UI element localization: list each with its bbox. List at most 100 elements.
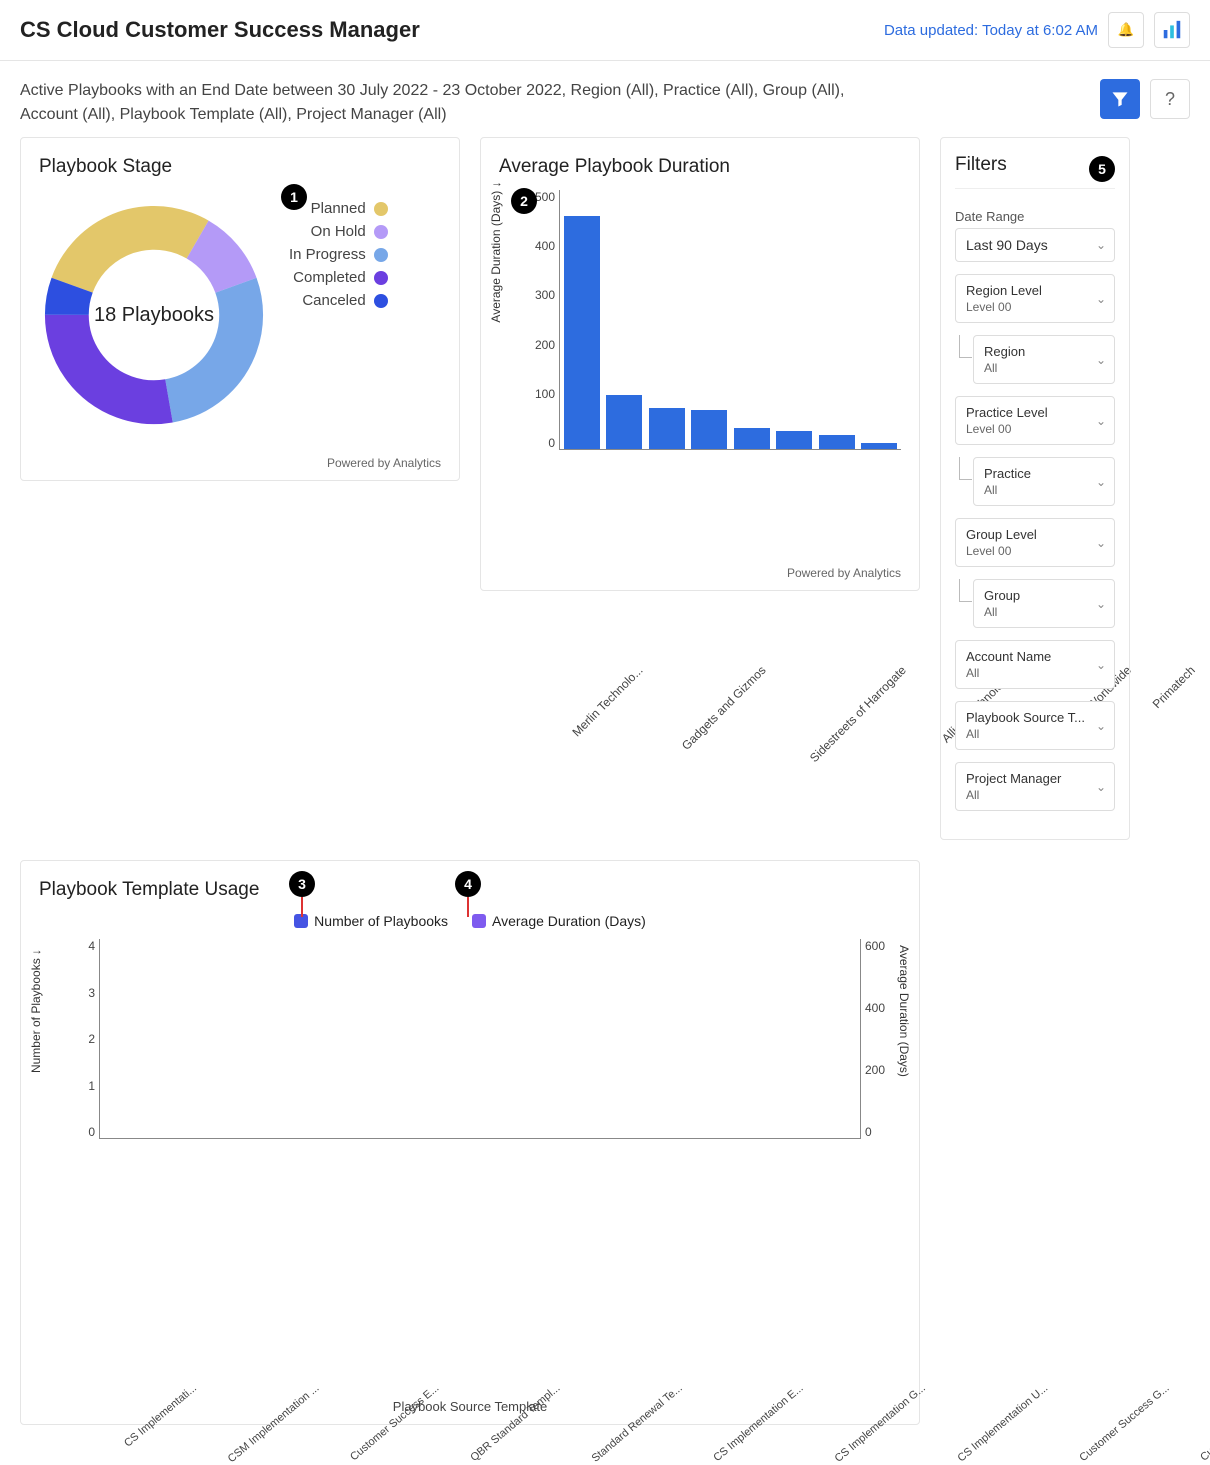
- notifications-button[interactable]: 🔔: [1108, 12, 1144, 48]
- bell-icon: 🔔: [1118, 22, 1135, 38]
- subheader: Active Playbooks with an End Date betwee…: [0, 61, 1210, 137]
- filter-label: Practice: [984, 466, 1031, 481]
- x-tick-label: QBR Standard Templ...: [469, 1377, 569, 1464]
- filter-label: Playbook Source T...: [966, 710, 1085, 725]
- filter-select[interactable]: Playbook Source T...All⌄: [955, 701, 1115, 750]
- legend-label: On Hold: [311, 223, 366, 240]
- filter-label: Group Level: [966, 527, 1037, 542]
- filter-select[interactable]: Region Level Level 00 ⌄: [955, 274, 1115, 323]
- legend-item: Completed: [289, 269, 388, 286]
- legend-item-1: Number of Playbooks: [294, 913, 448, 929]
- filter-select[interactable]: Practice All ⌄: [973, 457, 1115, 506]
- date-range-value: Last 90 Days: [966, 237, 1048, 253]
- y-axis-left-label: Number of Playbooks ↓: [29, 911, 43, 1111]
- legend-item-2: Average Duration (Days): [472, 913, 646, 929]
- legend-swatch: [374, 248, 388, 262]
- filter-select[interactable]: Practice LevelLevel 00⌄: [955, 396, 1115, 445]
- callout-badge-2: 2: [511, 188, 537, 214]
- chevron-down-icon: ⌄: [1096, 597, 1106, 611]
- chevron-down-icon: ⌄: [1096, 353, 1106, 367]
- template-usage-card: Playbook Template Usage 3 4 Number of Pl…: [20, 860, 920, 1425]
- x-tick-label: Customer Success E...: [348, 1377, 448, 1463]
- x-axis-labels: CS Implementati...CSM Implementation ...…: [99, 1377, 861, 1389]
- y-axis-right-label: Average Duration (Days): [897, 911, 911, 1111]
- chevron-down-icon: ⌄: [1096, 536, 1106, 550]
- bar[interactable]: [606, 395, 642, 449]
- bar[interactable]: [691, 410, 727, 449]
- filter-list: Region LevelLevel 00⌄RegionAll⌄Practice …: [955, 274, 1115, 811]
- callout-badge-5: 5: [1089, 156, 1115, 182]
- filter-select[interactable]: GroupAll⌄: [973, 579, 1115, 628]
- legend-label: In Progress: [289, 246, 366, 263]
- date-range-select[interactable]: Last 90 Days ⌄: [955, 228, 1115, 262]
- bar[interactable]: [564, 216, 600, 449]
- legend-item: On Hold: [289, 223, 388, 240]
- header-right: Data updated: Today at 6:02 AM 🔔: [884, 12, 1190, 48]
- filter-value: All: [966, 727, 1086, 741]
- playbook-stage-card: Playbook Stage 1 18 Playbooks PlannedOn …: [20, 137, 460, 481]
- filter-value: All: [984, 483, 1086, 497]
- x-tick-label: Merlin Technolo...: [569, 656, 652, 739]
- bars: [559, 190, 901, 450]
- bar[interactable]: [649, 408, 685, 449]
- legend-swatch: [374, 225, 388, 239]
- filter-label: Region: [984, 344, 1025, 359]
- filter-value: Level 00: [966, 300, 1086, 314]
- filter-value: All: [984, 605, 1086, 619]
- x-tick-label: Primatech: [1150, 656, 1205, 711]
- x-tick-label: Standard Renewal Te...: [590, 1377, 691, 1465]
- filter-toggle-button[interactable]: [1100, 79, 1140, 119]
- chevron-down-icon: ⌄: [1096, 475, 1106, 489]
- bar[interactable]: [734, 428, 770, 449]
- bar[interactable]: [819, 435, 855, 450]
- chevron-down-icon: ⌄: [1096, 780, 1106, 794]
- filter-summary: Active Playbooks with an End Date betwee…: [20, 79, 900, 127]
- analytics-button[interactable]: [1154, 12, 1190, 48]
- callout-line: [467, 897, 469, 917]
- bar[interactable]: [776, 431, 812, 449]
- help-button[interactable]: ?: [1150, 79, 1190, 119]
- y-axis-ticks: 5004003002001000: [519, 190, 559, 450]
- filter-label: Region Level: [966, 283, 1042, 298]
- header: CS Cloud Customer Success Manager Data u…: [0, 0, 1210, 61]
- card-title: Average Playbook Duration: [499, 156, 901, 178]
- chevron-down-icon: ⌄: [1096, 238, 1106, 252]
- date-range-label: Date Range: [955, 209, 1115, 224]
- chevron-down-icon: ⌄: [1096, 292, 1106, 306]
- legend-item: In Progress: [289, 246, 388, 263]
- card-title: Playbook Stage: [39, 156, 441, 178]
- legend-swatch: [472, 914, 486, 928]
- filter-select[interactable]: Region All ⌄: [973, 335, 1115, 384]
- x-tick-label: CS Implementation U...: [955, 1377, 1056, 1464]
- donut-chart[interactable]: 18 Playbooks: [39, 200, 269, 430]
- donut-center-label: 18 Playbooks: [39, 200, 269, 430]
- x-tick-label: Customer Success U...: [1198, 1377, 1210, 1464]
- avg-duration-card: Average Playbook Duration 2 Average Dura…: [480, 137, 920, 591]
- subheader-actions: ?: [1100, 79, 1190, 119]
- filter-select[interactable]: Group Level Level 00 ⌄: [955, 518, 1115, 567]
- x-tick-label: Sidestreets of Harrogate: [807, 656, 916, 765]
- funnel-icon: [1110, 89, 1130, 109]
- y-axis-label: Average Duration (Days) ↓: [489, 122, 503, 382]
- bar-chart-area[interactable]: Average Duration (Days) ↓ 50040030020010…: [499, 190, 901, 560]
- legend-swatch: [374, 271, 388, 285]
- x-tick-label: Customer Success G...: [1077, 1377, 1177, 1464]
- legend-swatch: [374, 202, 388, 216]
- donut-area: 18 Playbooks PlannedOn HoldIn ProgressCo…: [39, 190, 441, 450]
- legend-label: Average Duration (Days): [492, 913, 646, 929]
- x-tick-label: Gadgets and Gizmos: [679, 656, 776, 753]
- x-axis-labels: Merlin Technolo...Gadgets and GizmosSide…: [539, 656, 901, 670]
- y-axis-left-ticks: 43210: [59, 939, 99, 1139]
- filter-label: Project Manager: [966, 771, 1061, 786]
- filter-select[interactable]: Project ManagerAll⌄: [955, 762, 1115, 811]
- filter-label: Practice Level: [966, 405, 1048, 420]
- filter-value: All: [966, 666, 1086, 680]
- legend-label: Completed: [293, 269, 366, 286]
- combo-legend: Number of Playbooks Average Duration (Da…: [39, 913, 901, 929]
- bar[interactable]: [861, 443, 897, 449]
- filter-select[interactable]: Account NameAll⌄: [955, 640, 1115, 689]
- filter-label: Account Name: [966, 649, 1051, 664]
- x-tick-label: CS Implementation G...: [833, 1377, 934, 1465]
- filter-value: All: [984, 361, 1086, 375]
- filter-value: Level 00: [966, 544, 1086, 558]
